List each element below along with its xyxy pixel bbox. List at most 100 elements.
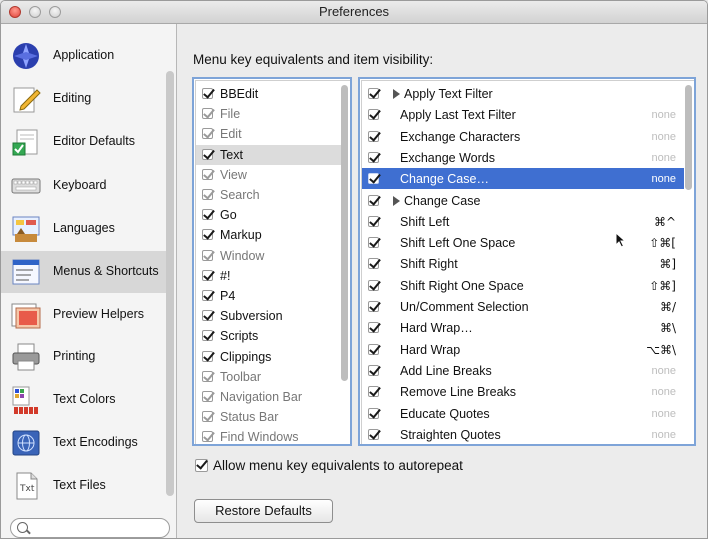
search-field[interactable] [10,518,170,538]
command-visibility-checkbox[interactable] [368,258,379,270]
menu-visibility-checkbox[interactable] [202,290,213,301]
sidebar-item-application[interactable]: Application [1,35,166,77]
menu-visibility-checkbox[interactable] [202,249,213,261]
shortcut-key[interactable]: ⌥⌘\ [646,343,676,357]
menu-visibility-checkbox[interactable] [202,128,213,140]
menu-list-item[interactable]: Clippings [196,347,342,367]
sidebar-item-printing[interactable]: Printing [1,336,166,378]
command-row[interactable]: Straighten Quotes none [362,424,684,444]
search-input[interactable] [31,521,167,537]
menu-list-item[interactable]: Scripts [196,326,342,346]
sidebar-scrollbar[interactable] [166,71,174,496]
menu-list-item[interactable]: Find Windows [196,427,342,444]
command-row[interactable]: Shift Right ⌘] [362,253,684,274]
menu-list-item[interactable]: BBEdit [196,84,342,104]
sidebar-item-preview-helpers[interactable]: Preview Helpers [1,294,166,336]
command-visibility-checkbox[interactable] [368,88,379,99]
shortcut-key[interactable]: ⌘\ [660,321,676,335]
shortcut-key[interactable]: none [652,408,676,420]
command-visibility-checkbox[interactable] [368,407,379,419]
menu-list-item[interactable]: File [196,104,342,124]
commands-list[interactable]: Apply Text Filter Apply Last Text Filter n… [358,77,696,446]
menu-visibility-checkbox[interactable] [202,108,213,120]
menu-visibility-checkbox[interactable] [202,350,213,362]
menu-list-item[interactable]: Edit [196,124,342,144]
menu-list-item[interactable]: Window [196,246,342,266]
menu-visibility-checkbox[interactable] [202,229,213,241]
menus-list[interactable]: BBEdit File Edit Text View Search Go Markup Wind… [192,77,352,446]
command-visibility-checkbox[interactable] [368,237,379,249]
command-visibility-checkbox[interactable] [368,109,379,121]
menu-visibility-checkbox[interactable] [202,269,213,281]
command-visibility-checkbox[interactable] [368,173,379,185]
command-visibility-checkbox[interactable] [368,194,379,206]
command-row[interactable]: Hard Wrap ⌥⌘\ [362,339,684,360]
command-visibility-checkbox[interactable] [368,279,379,291]
menu-visibility-checkbox[interactable] [202,330,213,342]
command-row[interactable]: Un/Comment Selection ⌘/ [362,296,684,317]
command-row[interactable]: Hard Wrap… ⌘\ [362,317,684,338]
command-row[interactable]: Shift Left One Space ⇧⌘[ [362,232,684,253]
menu-list-item[interactable]: Text [196,144,342,165]
command-row[interactable]: Add Line Breaks none [362,360,684,381]
menu-visibility-checkbox[interactable] [202,310,213,322]
menu-list-item[interactable]: Subversion [196,306,342,326]
menu-visibility-checkbox[interactable] [202,370,213,382]
command-visibility-checkbox[interactable] [368,364,379,376]
command-visibility-checkbox[interactable] [368,343,379,355]
sidebar-item-keyboard[interactable]: Keyboard [1,165,166,207]
command-visibility-checkbox[interactable] [368,151,379,163]
shortcut-key[interactable]: none [652,386,676,398]
menu-list-item[interactable]: Navigation Bar [196,387,342,407]
menu-visibility-checkbox[interactable] [202,168,213,180]
command-row[interactable]: Remove Line Breaks none [362,381,684,402]
disclosure-triangle-icon[interactable] [393,89,400,99]
sidebar-item-languages[interactable]: Languages [1,208,166,250]
command-row[interactable]: Change Case… none [362,168,684,190]
shortcut-key[interactable]: ⇧⌘] [649,279,676,293]
menu-visibility-checkbox[interactable] [202,148,213,160]
menu-list-item[interactable]: Markup [196,225,342,245]
menus-list-scrollbar[interactable] [341,85,348,381]
disclosure-triangle-icon[interactable] [393,195,400,206]
menu-visibility-checkbox[interactable] [202,189,213,200]
shortcut-key[interactable]: ⌘] [659,257,676,271]
command-group-row[interactable]: Change Case [362,190,684,211]
command-visibility-checkbox[interactable] [368,322,379,334]
menu-list-item[interactable]: Search [196,185,342,205]
shortcut-key[interactable]: ⌘^ [654,215,676,229]
shortcut-key[interactable]: none [652,429,676,441]
command-row[interactable]: Apply Last Text Filter none [362,104,684,125]
command-visibility-checkbox[interactable] [368,428,379,440]
command-row[interactable]: Shift Right One Space ⇧⌘] [362,275,684,296]
minimize-window-button[interactable] [29,6,41,18]
command-visibility-checkbox[interactable] [368,301,379,312]
menu-list-item[interactable]: #! [196,266,342,286]
commands-list-scrollbar[interactable] [685,85,692,190]
shortcut-key[interactable]: none [652,152,676,164]
menu-list-item[interactable]: P4 [196,286,342,306]
sidebar-item-editor-defaults[interactable]: Editor Defaults [1,121,166,163]
restore-defaults-button[interactable]: Restore Defaults [194,499,333,523]
command-visibility-checkbox[interactable] [368,215,379,227]
menu-visibility-checkbox[interactable] [202,88,213,99]
shortcut-key[interactable]: ⌘/ [660,300,676,314]
sidebar-item-menus-shortcuts[interactable]: Menus & Shortcuts [1,251,166,293]
shortcut-key[interactable]: none [652,109,676,121]
close-window-button[interactable] [9,6,21,18]
command-row[interactable]: Exchange Words none [362,147,684,168]
command-group-row[interactable]: Apply Text Filter [362,83,684,104]
menu-list-item[interactable]: Toolbar [196,367,342,387]
command-row[interactable]: Exchange Characters none [362,126,684,147]
zoom-window-button[interactable] [49,6,61,18]
menu-visibility-checkbox[interactable] [202,411,213,423]
shortcut-key[interactable]: none [652,173,676,185]
shortcut-key[interactable]: none [652,365,676,377]
menu-list-item[interactable]: Status Bar [196,407,342,427]
menu-list-item[interactable]: Go [196,205,342,225]
command-row[interactable]: Shift Left ⌘^ [362,211,684,232]
shortcut-key[interactable]: none [652,131,676,143]
menu-visibility-checkbox[interactable] [202,391,213,402]
shortcut-key[interactable]: ⇧⌘[ [649,236,676,250]
command-row[interactable]: Educate Quotes none [362,403,684,424]
